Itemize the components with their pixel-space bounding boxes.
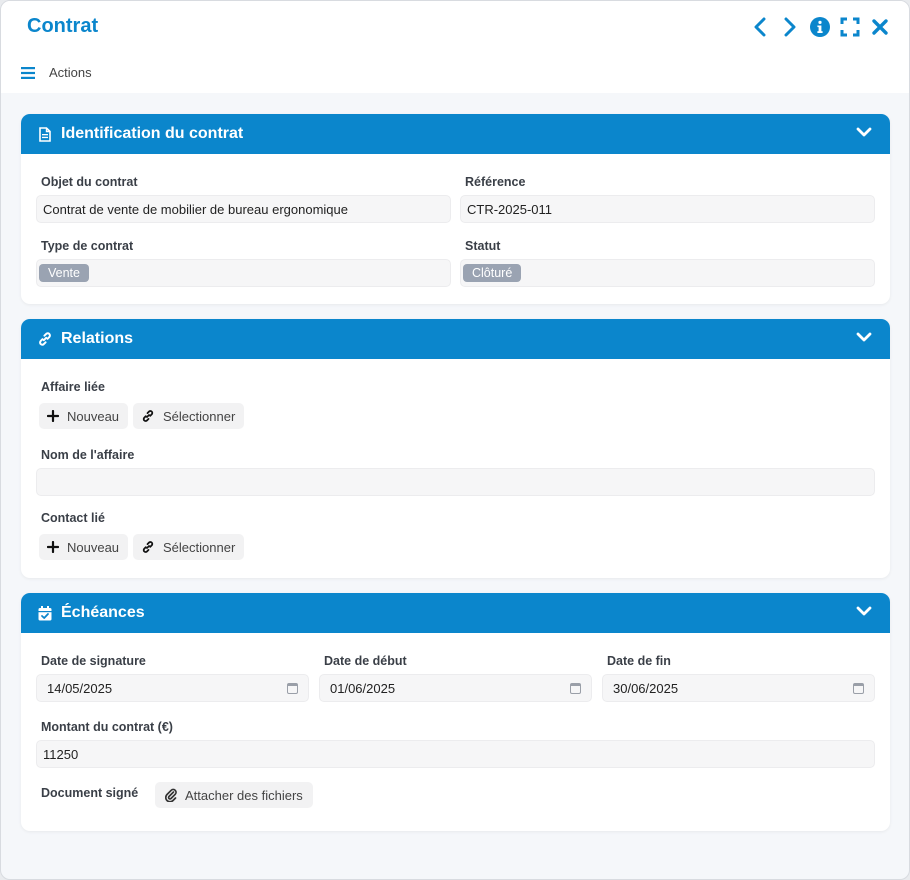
- objet-field[interactable]: Contrat de vente de mobilier de bureau e…: [36, 195, 451, 223]
- nom-affaire-field[interactable]: [36, 468, 875, 496]
- fullscreen-icon: [840, 17, 860, 37]
- affaire-select-button[interactable]: Sélectionner: [133, 403, 245, 429]
- link-icon: [37, 331, 53, 347]
- signature-date-value: 14/05/2025: [47, 680, 113, 696]
- chevron-left-icon: [754, 17, 766, 37]
- previous-button[interactable]: [749, 15, 771, 39]
- echeances-title: Échéances: [61, 604, 145, 621]
- actions-label: Actions: [49, 65, 92, 80]
- identification-panel: Identification du contrat Objet du contr…: [21, 114, 890, 304]
- debut-date-field[interactable]: 01/06/2025: [319, 674, 592, 702]
- next-button[interactable]: [779, 15, 801, 39]
- window-title: Contrat: [27, 15, 99, 37]
- window-header: Contrat Actions: [1, 1, 909, 93]
- document-icon: [37, 126, 53, 142]
- chevron-down-icon: [856, 332, 872, 342]
- document-label: Document signé: [41, 786, 139, 800]
- fin-label: Date de fin: [607, 654, 671, 668]
- info-button[interactable]: [809, 15, 831, 39]
- calendar-icon[interactable]: [853, 682, 864, 694]
- type-field[interactable]: Vente: [36, 259, 451, 287]
- fin-date-field[interactable]: 30/06/2025: [602, 674, 875, 702]
- nom-affaire-label: Nom de l'affaire: [41, 448, 135, 462]
- menu-icon: [21, 66, 35, 79]
- info-icon: [810, 17, 830, 37]
- affaire-select-label: Sélectionner: [163, 408, 236, 424]
- contract-window: Contrat Actions Identification du contra…: [0, 0, 910, 880]
- signature-label: Date de signature: [41, 654, 146, 668]
- contact-label: Contact lié: [41, 511, 105, 525]
- montant-field[interactable]: 11250: [36, 740, 875, 768]
- plus-icon: [47, 410, 59, 422]
- contact-select-label: Sélectionner: [163, 539, 236, 555]
- affaire-new-button[interactable]: Nouveau: [39, 403, 129, 429]
- echeances-header[interactable]: Échéances: [21, 593, 890, 633]
- paperclip-icon: [165, 788, 177, 802]
- plus-icon: [47, 541, 59, 553]
- window-controls: [749, 15, 891, 39]
- debut-label: Date de début: [324, 654, 407, 668]
- contact-new-button[interactable]: Nouveau: [39, 534, 129, 560]
- affaire-label: Affaire liée: [41, 380, 105, 394]
- fullscreen-button[interactable]: [839, 15, 861, 39]
- close-icon: [872, 19, 888, 35]
- attach-files-button[interactable]: Attacher des fichiers: [155, 782, 313, 808]
- contact-new-label: Nouveau: [67, 539, 120, 555]
- objet-label: Objet du contrat: [41, 175, 138, 189]
- attach-files-label: Attacher des fichiers: [185, 787, 303, 803]
- identification-title: Identification du contrat: [61, 125, 244, 142]
- relations-panel: Relations Affaire liée Nouveau Sélection…: [21, 319, 890, 578]
- reference-label: Référence: [465, 175, 526, 189]
- montant-label: Montant du contrat (€): [41, 720, 173, 734]
- calendar-icon[interactable]: [570, 682, 581, 694]
- statut-field[interactable]: Clôturé: [460, 259, 875, 287]
- statut-tag: Clôturé: [463, 264, 522, 282]
- link-icon: [142, 541, 154, 553]
- type-tag: Vente: [39, 264, 89, 282]
- echeances-panel: Échéances Date de signature 14/05/2025 D…: [21, 593, 890, 831]
- statut-label: Statut: [465, 239, 501, 253]
- calendar-check-icon: [37, 605, 53, 621]
- chevron-down-icon: [856, 606, 872, 616]
- reference-field[interactable]: CTR-2025-011: [460, 195, 875, 223]
- fin-date-value: 30/06/2025: [613, 680, 679, 696]
- contact-select-button[interactable]: Sélectionner: [133, 534, 245, 560]
- calendar-icon[interactable]: [287, 682, 298, 694]
- close-button[interactable]: [869, 15, 891, 39]
- identification-header[interactable]: Identification du contrat: [21, 114, 890, 154]
- chevron-down-icon: [856, 127, 872, 137]
- affaire-new-label: Nouveau: [67, 408, 120, 424]
- relations-header[interactable]: Relations: [21, 319, 890, 359]
- relations-title: Relations: [61, 330, 134, 347]
- actions-menu[interactable]: Actions: [21, 65, 92, 80]
- debut-date-value: 01/06/2025: [330, 680, 396, 696]
- chevron-right-icon: [784, 17, 796, 37]
- link-icon: [142, 410, 154, 422]
- signature-date-field[interactable]: 14/05/2025: [36, 674, 309, 702]
- type-label: Type de contrat: [41, 239, 134, 253]
